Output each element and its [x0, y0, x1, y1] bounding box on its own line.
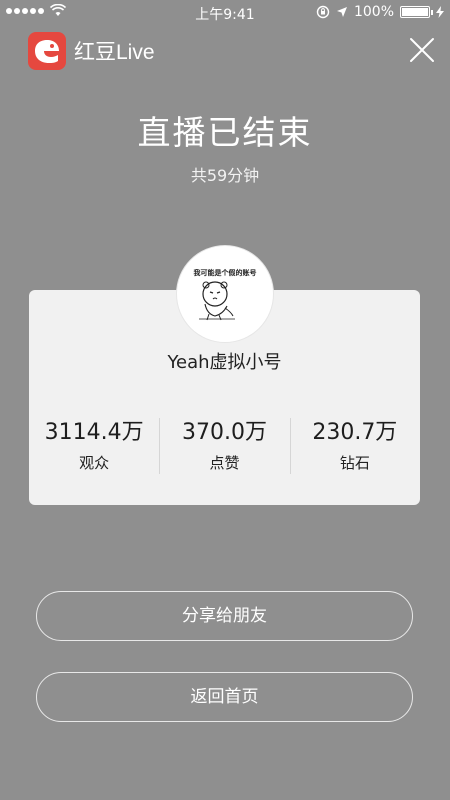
avatar[interactable]: 我可能是个假的账号 — [177, 246, 273, 342]
cartoon-bear-avatar-icon — [199, 281, 235, 321]
location-arrow-icon — [336, 7, 347, 17]
lock-rotation-icon — [316, 5, 330, 19]
stat-label: 点赞 — [209, 454, 240, 472]
share-to-friends-button[interactable]: 分享给朋友 — [36, 591, 413, 641]
battery-fill — [402, 8, 428, 16]
app-name: 红豆Live — [74, 41, 155, 64]
stat-value: 230.7万 — [312, 420, 398, 445]
stat-label: 钻石 — [339, 454, 370, 472]
stat-likes: 370.0万 点赞 — [159, 418, 289, 478]
status-bar: 上午9:41 100% — [0, 0, 450, 24]
live-duration: 共59分钟 — [190, 166, 260, 185]
stats-row: 3114.4万 观众 370.0万 点赞 230.7万 钻石 — [29, 418, 420, 478]
stat-value: 370.0万 — [182, 420, 267, 445]
stat-diamonds: 230.7万 钻石 — [289, 418, 420, 478]
stat-viewers: 3114.4万 观众 — [29, 418, 159, 478]
charging-bolt-icon — [436, 6, 444, 18]
status-right-group: 100% — [316, 4, 444, 20]
battery-percent: 100% — [353, 4, 394, 20]
back-to-home-button[interactable]: 返回首页 — [36, 672, 413, 722]
stat-value: 3114.4万 — [44, 420, 144, 445]
username: Yeah虚拟小号 — [167, 352, 282, 373]
close-icon[interactable] — [408, 36, 436, 64]
stat-label: 观众 — [79, 454, 110, 472]
live-ended-screen: 上午9:41 100% 红豆Live 直播已结束 共59分钟 我可能是个假的账号… — [0, 0, 450, 800]
app-header: 红豆Live — [28, 30, 155, 72]
app-logo-icon — [28, 32, 66, 70]
battery-icon — [400, 6, 433, 18]
page-title: 直播已结束 — [137, 113, 313, 152]
